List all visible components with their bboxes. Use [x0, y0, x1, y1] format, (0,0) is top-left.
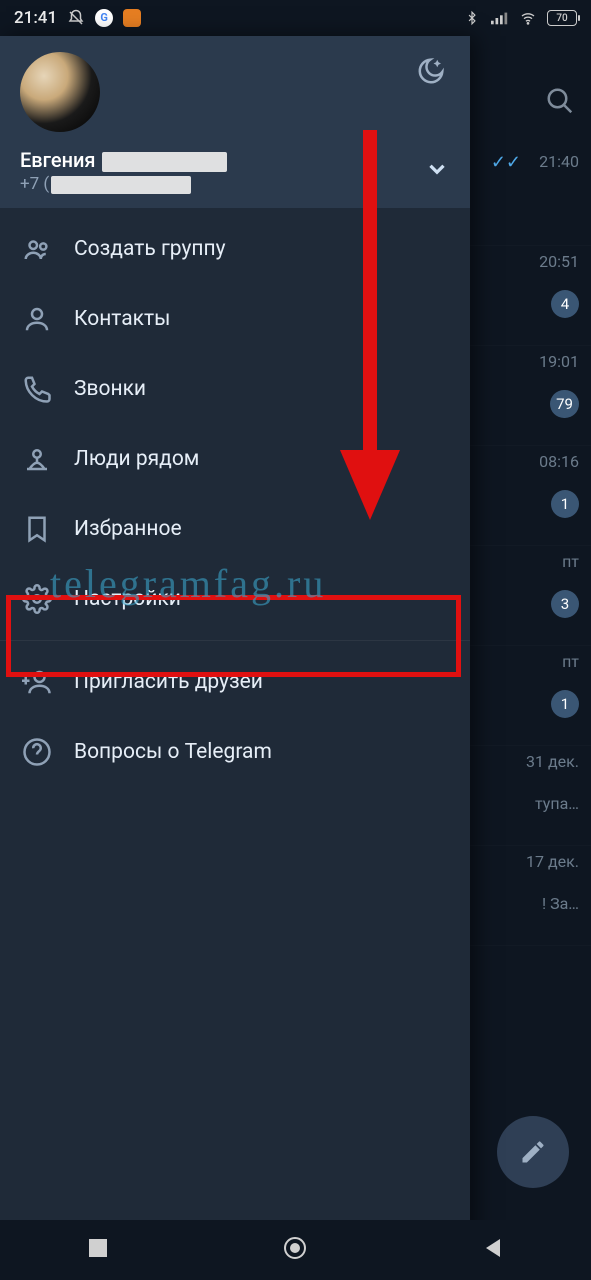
chat-time: 31 дек.: [526, 752, 579, 771]
nav-recents[interactable]: [87, 1237, 109, 1263]
signal-icon: [491, 9, 509, 27]
menu-people-nearby[interactable]: Люди рядом: [0, 424, 470, 494]
unread-badge: 4: [551, 290, 579, 318]
nav-home[interactable]: [282, 1235, 308, 1265]
menu-saved[interactable]: Избранное: [0, 494, 470, 564]
status-bar: 21:41 G 70: [0, 0, 591, 36]
status-time: 21:41: [14, 8, 57, 28]
chat-row[interactable]: 08:16 1: [461, 446, 591, 546]
google-icon: G: [95, 9, 113, 27]
menu-label: Контакты: [74, 307, 170, 331]
invite-icon: [22, 667, 74, 697]
unread-badge: 79: [550, 390, 579, 418]
android-navbar: [0, 1220, 591, 1280]
menu-label: Звонки: [74, 377, 146, 401]
chat-time: 08:16: [539, 452, 579, 471]
menu-label: Избранное: [74, 517, 182, 541]
profile-avatar[interactable]: [20, 52, 100, 132]
menu-faq[interactable]: Вопросы о Telegram: [0, 717, 470, 787]
search-button[interactable]: [545, 86, 575, 120]
mute-icon: [67, 9, 85, 27]
chat-time: пт: [562, 552, 579, 571]
chat-row[interactable]: 19:01 79: [461, 346, 591, 446]
chat-time: 17 дек.: [526, 852, 579, 871]
menu-label: Люди рядом: [74, 447, 199, 471]
menu-contacts[interactable]: Контакты: [0, 284, 470, 354]
chat-preview: ! За…: [542, 894, 579, 913]
menu-invite[interactable]: Пригласить друзей: [0, 647, 470, 717]
nav-drawer: Евгения +7 ( Создать группу Контакты Зво…: [0, 36, 470, 1280]
chat-time: 21:40: [539, 152, 579, 171]
help-icon: [22, 737, 74, 767]
chat-row[interactable]: пт 1: [461, 646, 591, 746]
chat-row[interactable]: 31 дек. тупа…: [461, 746, 591, 846]
bookmark-icon: [22, 514, 74, 544]
drawer-header: Евгения +7 (: [0, 36, 470, 208]
account-switcher[interactable]: Евгения +7 (: [20, 148, 450, 194]
unread-badge: 1: [551, 690, 579, 718]
read-check-icon: ✓✓: [491, 152, 521, 173]
chat-time: пт: [562, 652, 579, 671]
profile-name: Евгения: [20, 148, 424, 172]
phone-icon: [22, 374, 74, 404]
app-icon: [123, 9, 141, 27]
menu-label: Настройки: [74, 587, 181, 611]
menu-settings[interactable]: Настройки: [0, 564, 470, 634]
menu-create-group[interactable]: Создать группу: [0, 214, 470, 284]
unread-badge: 1: [551, 490, 579, 518]
compose-fab[interactable]: [497, 1116, 569, 1188]
bluetooth-icon: [463, 9, 481, 27]
chevron-down-icon: [424, 156, 450, 186]
battery-icon: 70: [547, 10, 577, 26]
chat-preview: тупа…: [535, 794, 579, 813]
chat-row[interactable]: 17 дек. ! За…: [461, 846, 591, 946]
night-mode-toggle[interactable]: [416, 56, 446, 90]
chat-time: 19:01: [539, 352, 579, 371]
unread-badge: 3: [551, 590, 579, 618]
chat-row[interactable]: 20:51 4: [461, 246, 591, 346]
redacted-text: [102, 152, 227, 172]
chat-list: ✓✓ 21:40 20:51 4 19:01 79 08:16 1 пт 3 п…: [461, 146, 591, 946]
contact-icon: [22, 304, 74, 334]
profile-phone: +7 (: [20, 174, 424, 194]
nav-back[interactable]: [482, 1237, 504, 1263]
divider: [0, 640, 470, 641]
gear-icon: [22, 584, 74, 614]
chat-row[interactable]: ✓✓ 21:40: [461, 146, 591, 246]
wifi-icon: [519, 9, 537, 27]
drawer-menu: Создать группу Контакты Звонки Люди рядо…: [0, 208, 470, 787]
menu-label: Вопросы о Telegram: [74, 740, 272, 764]
menu-label: Создать группу: [74, 237, 226, 261]
chat-row[interactable]: пт 3: [461, 546, 591, 646]
chat-time: 20:51: [539, 252, 579, 271]
menu-label: Пригласить друзей: [74, 670, 263, 694]
menu-calls[interactable]: Звонки: [0, 354, 470, 424]
group-icon: [22, 234, 74, 264]
redacted-text: [51, 176, 191, 194]
nearby-icon: [22, 444, 74, 474]
